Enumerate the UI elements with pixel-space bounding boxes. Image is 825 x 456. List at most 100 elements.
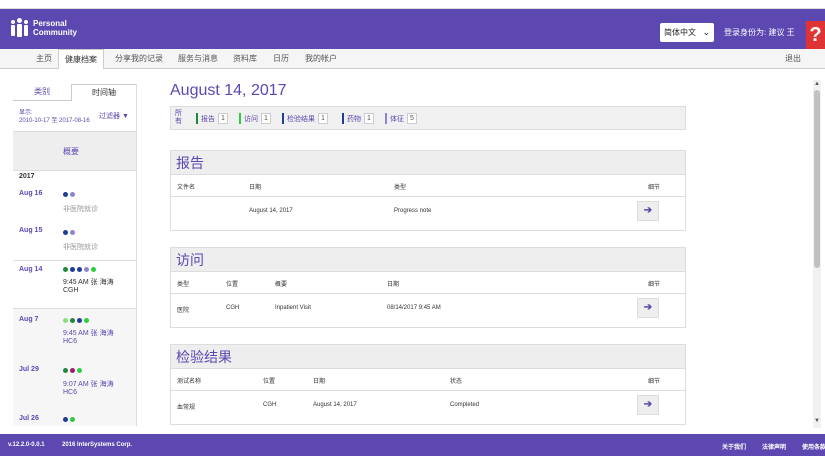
chip-label: 访问	[244, 115, 258, 123]
event-dot	[70, 230, 75, 235]
details-button[interactable]: ➔	[637, 298, 659, 318]
event-dot	[63, 417, 68, 422]
chip-all[interactable]: 所有	[175, 110, 185, 126]
chip-count: 1	[218, 113, 228, 124]
column-header: 位置	[226, 282, 239, 288]
nav-my-account[interactable]: 我的帐户	[305, 49, 337, 69]
column-header: 日期	[387, 282, 400, 288]
chip-count: 1	[364, 113, 374, 124]
filter-label: 过滤器	[99, 113, 120, 120]
chip-visits[interactable]: 访问 1	[239, 113, 271, 124]
chip-medications[interactable]: 药物 1	[342, 113, 374, 124]
logout-link[interactable]: 退出	[785, 49, 801, 69]
entry-time: 9:45 AM 张 海涛	[63, 330, 114, 337]
entry-date: Aug 16	[19, 190, 43, 197]
page-scrollbar[interactable]: ▲ ▼	[813, 80, 821, 428]
timeline-entry[interactable]: Jul 29 9:07 AM 张 海涛 HC6	[13, 358, 136, 412]
timeline-entry[interactable]: Jul 26	[13, 412, 136, 426]
details-button[interactable]: ➔	[637, 201, 659, 221]
lab-results-section: 检验结果 测试名称 位置 日期 状态 细节 血常规 CGH August 14,…	[170, 344, 686, 425]
entry-subtitle: 非医院就诊	[63, 206, 98, 213]
nav-home[interactable]: 主页	[36, 49, 52, 69]
scroll-down-icon[interactable]: ▼	[814, 418, 820, 424]
event-dot	[84, 267, 89, 272]
table-row: August 14, 2017 Progress note ➔	[171, 197, 685, 226]
event-dot	[77, 267, 82, 272]
cell-status: Completed	[450, 402, 480, 408]
tab-category[interactable]: 类别	[13, 84, 71, 101]
details-button[interactable]: ➔	[637, 395, 659, 415]
chip-reports[interactable]: 报告 1	[196, 113, 228, 124]
entry-location: HC6	[63, 338, 78, 345]
timeline-entry[interactable]: Aug 15 非医院就诊	[13, 222, 136, 258]
cell-date: August 14, 2017	[313, 402, 357, 408]
chip-label: 报告	[201, 115, 215, 123]
browser-top-strip	[0, 0, 825, 9]
filter-button[interactable]: 过滤器 ▼	[99, 111, 129, 121]
column-header: 概要	[275, 282, 288, 288]
chip-count: 1	[261, 113, 271, 124]
entry-dots	[63, 417, 75, 422]
timeline-year: 2017	[19, 173, 35, 180]
section-title: 报告	[171, 151, 685, 175]
nav-health-record[interactable]: 健康档案	[58, 49, 104, 69]
event-dot	[63, 318, 68, 323]
entry-dots	[63, 192, 75, 197]
chip-label: 体征	[390, 115, 404, 123]
entry-dots	[63, 230, 75, 235]
chip-lab-results[interactable]: 检验结果 1	[282, 113, 328, 124]
entry-location: CGH	[63, 287, 79, 294]
event-dot	[63, 368, 68, 373]
column-header: 细节	[648, 282, 661, 288]
event-dot	[70, 318, 75, 323]
column-header: 细节	[648, 379, 661, 385]
logo-line-2: Community	[33, 28, 77, 37]
reports-section: 报告 文件名 日期 类型 细节 August 14, 2017 Progress…	[170, 150, 686, 231]
section-title: 访问	[171, 248, 685, 272]
terms-link[interactable]: 使用条款	[802, 442, 825, 451]
chip-color-bar	[342, 113, 344, 124]
chevron-down-icon: ⌄	[702, 27, 710, 37]
app-logo[interactable]: Personal Community	[10, 18, 77, 38]
timeline-entry[interactable]: Aug 14 9:45 AM 张 海涛 CGH	[13, 260, 136, 308]
chip-color-bar	[385, 113, 387, 124]
entry-date: Aug 15	[19, 227, 43, 234]
timeline-entry[interactable]: Aug 7 9:45 AM 张 海涛 HC6	[13, 308, 136, 358]
about-link[interactable]: 关于我们	[722, 442, 746, 451]
column-header: 细节	[648, 185, 661, 191]
chip-vitals[interactable]: 体征 5	[385, 113, 417, 124]
chip-count: 1	[318, 113, 328, 124]
filter-icon: ▼	[121, 113, 129, 120]
entry-dots	[63, 267, 96, 272]
scroll-up-icon[interactable]: ▲	[814, 81, 820, 87]
cell-summary: Inpatient Visit	[275, 305, 311, 311]
sidebar-tabs: 类别 时间轴	[13, 84, 136, 101]
event-dot	[70, 267, 75, 272]
summary-link[interactable]: 概要	[63, 146, 79, 157]
scrollbar-thumb[interactable]	[814, 90, 820, 268]
arrow-right-icon: ➔	[643, 302, 653, 313]
entry-date: Aug 14	[19, 266, 43, 273]
event-dot	[91, 267, 96, 272]
tab-timeline[interactable]: 时间轴	[71, 84, 136, 101]
nav-library[interactable]: 资料库	[233, 49, 257, 69]
app-header: Personal Community 简体中文 ⌄ 登录身份为: 建议 王 ?	[0, 9, 825, 49]
logo-line-1: Personal	[33, 19, 67, 28]
logo-text: Personal Community	[33, 19, 77, 37]
timeline-entry[interactable]: Aug 16 非医院就诊	[13, 186, 136, 222]
legal-link[interactable]: 法律声明	[762, 442, 786, 451]
table-row: 血常规 CGH August 14, 2017 Completed ➔	[171, 391, 685, 420]
nav-services-messages[interactable]: 服务与消息	[178, 49, 218, 69]
event-dot	[70, 368, 75, 373]
event-dot	[63, 230, 68, 235]
cell-location: CGH	[263, 402, 277, 408]
nav-calendar[interactable]: 日历	[273, 49, 289, 69]
language-select[interactable]: 简体中文 ⌄	[660, 23, 714, 42]
help-button[interactable]: ?	[806, 21, 825, 49]
cell-type: Progress note	[394, 208, 432, 214]
arrow-right-icon: ➔	[643, 399, 653, 410]
entry-date: Jul 29	[19, 366, 39, 373]
nav-share-records[interactable]: 分享我的记录	[115, 49, 163, 69]
cell-location: CGH	[226, 305, 240, 311]
visits-section: 访问 类型 位置 概要 日期 细节 医院 CGH Inpatient Visit…	[170, 247, 686, 328]
